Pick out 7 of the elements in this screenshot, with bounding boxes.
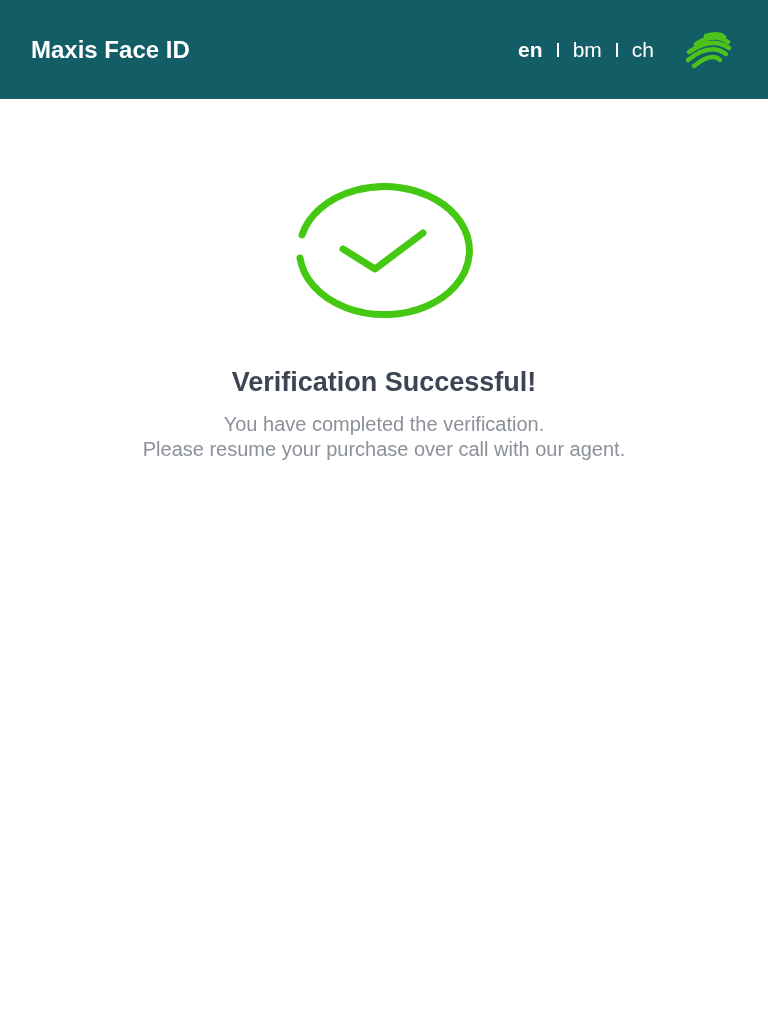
success-heading: Verification Successful! xyxy=(231,367,537,398)
logo-icon xyxy=(684,29,732,70)
success-message: You have completed the verification. Please resume your purchase over call with our agent. xyxy=(142,412,626,462)
language-link[interactable]: ch xyxy=(631,37,654,62)
language-link[interactable]: bm xyxy=(572,37,602,62)
app-title: Maxis Face ID xyxy=(31,35,191,64)
language-link[interactable]: en xyxy=(518,37,543,62)
